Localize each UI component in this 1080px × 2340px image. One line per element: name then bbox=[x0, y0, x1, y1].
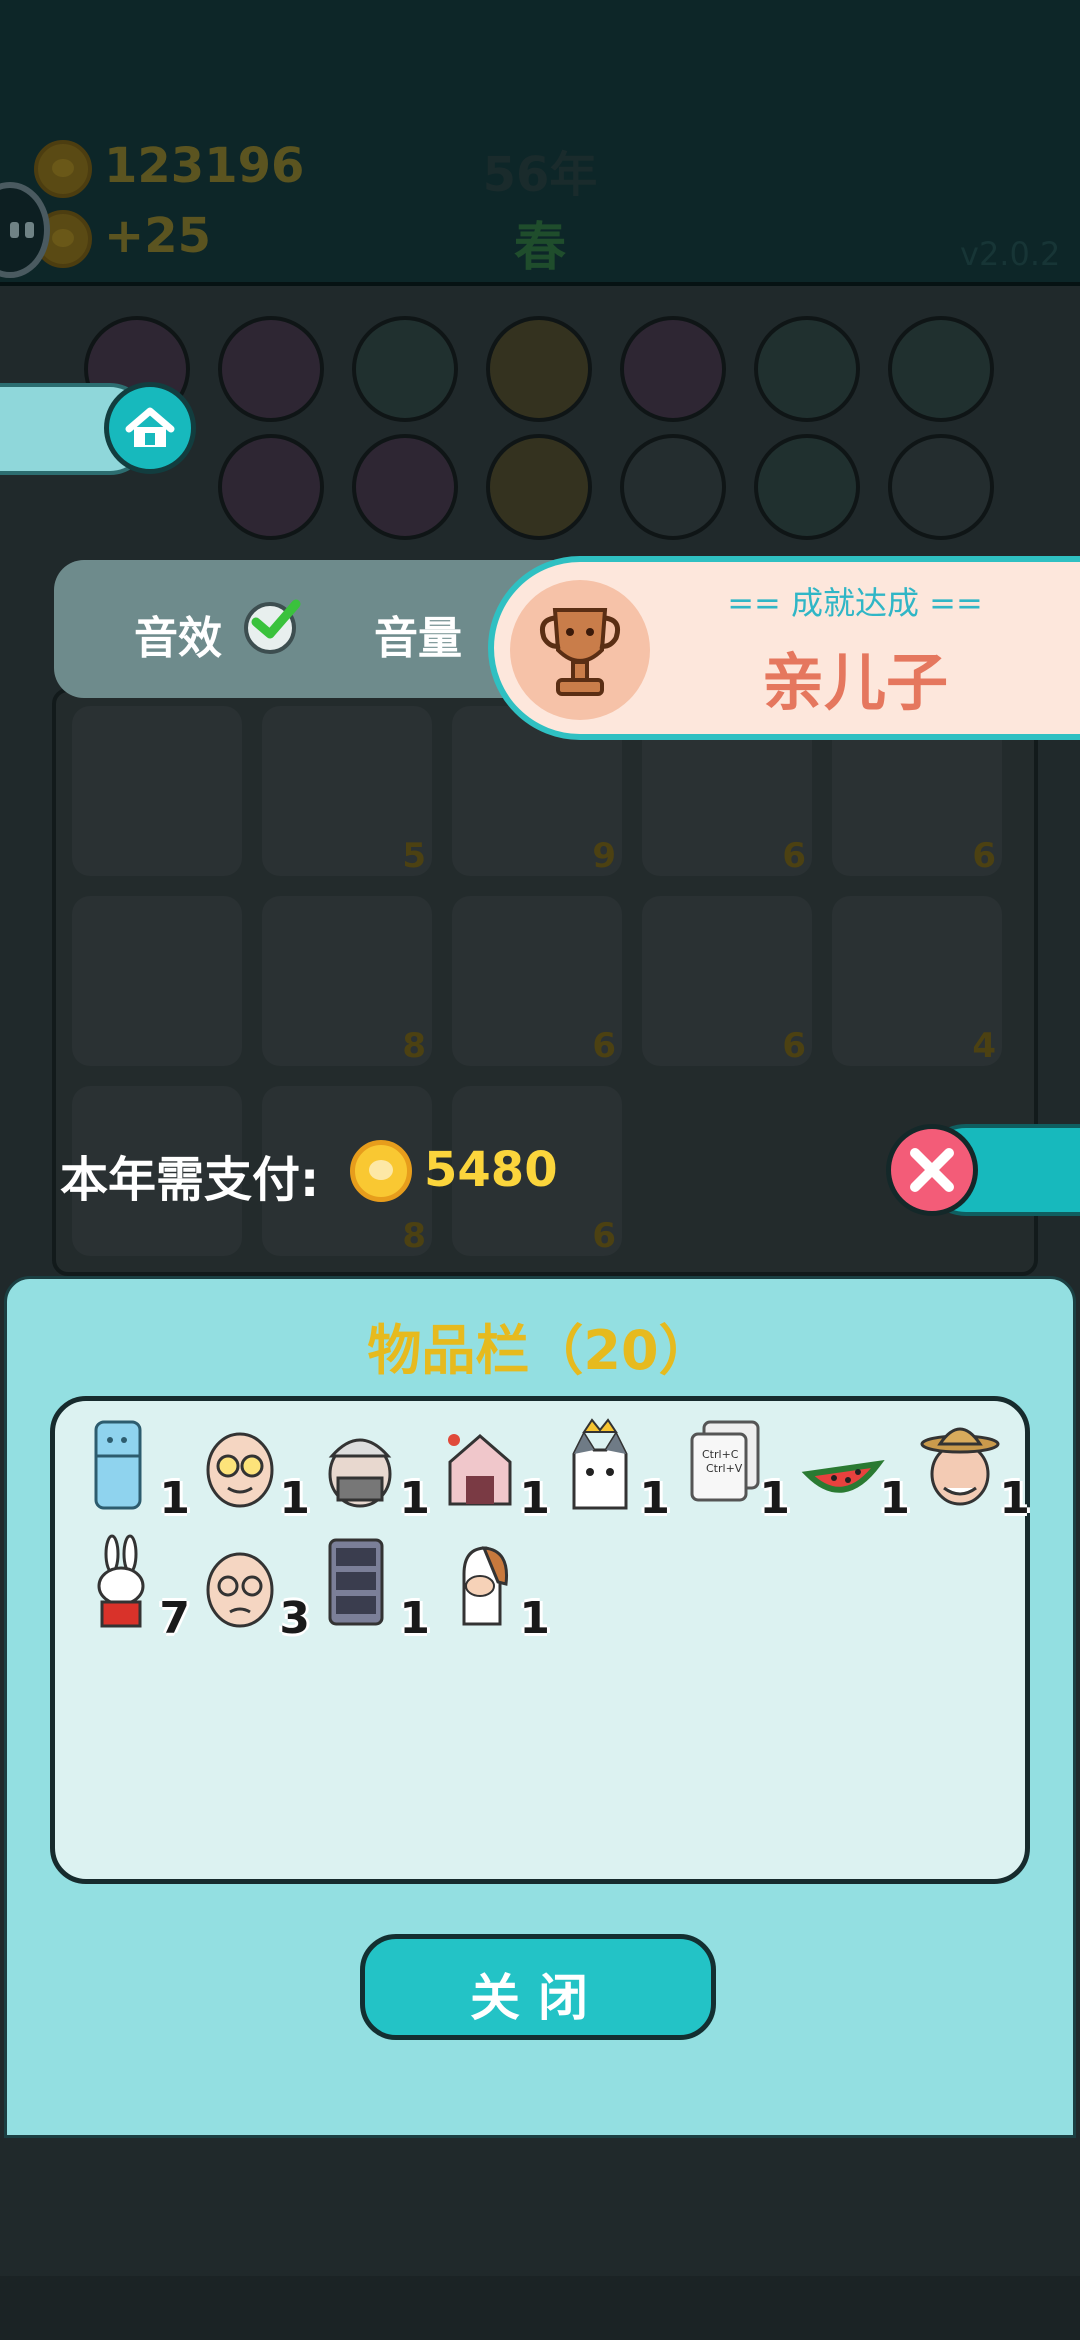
inventory-item-farmer[interactable]: 1 bbox=[920, 1414, 1030, 1524]
grid-cell: 5 bbox=[262, 706, 432, 876]
inventory-item-old-man[interactable]: 1 bbox=[320, 1414, 430, 1524]
inventory-item-server[interactable]: 1 bbox=[320, 1534, 430, 1644]
leaf-slot bbox=[352, 434, 458, 540]
income-value: +25 bbox=[104, 208, 212, 264]
item-count: 1 bbox=[519, 1593, 550, 1644]
achievement-name: 亲儿子 bbox=[761, 646, 948, 719]
inventory-item-horse[interactable]: 1 bbox=[440, 1534, 550, 1644]
item-count: 7 bbox=[159, 1593, 190, 1644]
coin-icon bbox=[350, 1140, 412, 1202]
season-label: 春 bbox=[513, 218, 566, 278]
cell-count: 4 bbox=[972, 1026, 996, 1066]
hammer-slot bbox=[888, 434, 994, 540]
inventory-item-refrigerator[interactable]: 1 bbox=[80, 1414, 190, 1524]
cell-count: 6 bbox=[972, 836, 996, 876]
inventory-item-rabbit-house[interactable]: 1 bbox=[440, 1414, 550, 1524]
cell-count: 5 bbox=[402, 836, 426, 876]
inventory-title: 物品栏（20） bbox=[367, 1319, 713, 1382]
cell-count: 6 bbox=[782, 1026, 806, 1066]
annual-payment-amount: 5480 bbox=[424, 1142, 558, 1198]
inventory-item-rabbit[interactable]: 7 bbox=[80, 1534, 190, 1644]
cell-count: 6 bbox=[592, 1216, 616, 1256]
leaf-slot bbox=[754, 434, 860, 540]
trophy-icon bbox=[539, 608, 621, 696]
inventory-item-husky[interactable]: 1 bbox=[560, 1414, 670, 1524]
grid-cell: 4 bbox=[832, 896, 1002, 1066]
grid-cell: 8 bbox=[262, 896, 432, 1066]
grid-cell bbox=[72, 706, 242, 876]
home-icon bbox=[125, 407, 175, 447]
compass-slot bbox=[754, 316, 860, 422]
inventory-item-grandpa[interactable]: 1 bbox=[200, 1414, 310, 1524]
cell-count: 9 bbox=[592, 836, 616, 876]
calendar-slot bbox=[218, 316, 324, 422]
cell-count: 6 bbox=[592, 1026, 616, 1066]
mahjong-slot bbox=[486, 434, 592, 540]
cell-count: 8 bbox=[402, 1216, 426, 1256]
sound-effects-toggle[interactable] bbox=[244, 599, 301, 654]
chick-slot bbox=[888, 316, 994, 422]
cell-count: 6 bbox=[782, 836, 806, 876]
trophy-badge bbox=[510, 580, 650, 720]
item-count: 1 bbox=[519, 1473, 550, 1524]
coin-total: 123196 bbox=[104, 138, 305, 194]
year-label: 56年 bbox=[482, 147, 598, 203]
item-count: 1 bbox=[759, 1473, 790, 1524]
version-label: v2.0.2 bbox=[960, 235, 1061, 273]
item-count: 1 bbox=[399, 1473, 430, 1524]
item-count: 1 bbox=[159, 1473, 190, 1524]
grid-cell bbox=[72, 896, 242, 1066]
sound-effects-label: 音效 bbox=[134, 613, 222, 664]
annual-payment-label: 本年需支付: bbox=[60, 1152, 320, 1208]
svg-text:Ctrl+V: Ctrl+V bbox=[706, 1462, 743, 1475]
item-count: 1 bbox=[879, 1473, 910, 1524]
fries-slot bbox=[218, 434, 324, 540]
check-icon bbox=[251, 599, 301, 639]
close-x-button[interactable] bbox=[886, 1124, 978, 1216]
cell-count: 8 bbox=[402, 1026, 426, 1066]
grid-cell: 6 bbox=[452, 896, 622, 1066]
close-button-label: 关闭 bbox=[470, 1969, 606, 2027]
inventory-item-ctrl-cv[interactable]: Ctrl+C Ctrl+V 1 bbox=[680, 1414, 790, 1524]
slot bbox=[620, 316, 726, 422]
item-count: 3 bbox=[279, 1593, 310, 1644]
item-count: 1 bbox=[399, 1593, 430, 1644]
ghost-slot bbox=[620, 434, 726, 540]
volume-label: 音量 bbox=[374, 613, 462, 664]
inventory-item-grandpa-glasses[interactable]: 3 bbox=[200, 1534, 310, 1644]
item-count: 1 bbox=[999, 1473, 1030, 1524]
svg-text:Ctrl+C: Ctrl+C bbox=[702, 1448, 739, 1461]
leaf-slot bbox=[486, 316, 592, 422]
coin-icon bbox=[34, 140, 92, 198]
pump-slot bbox=[352, 316, 458, 422]
inventory-item-watermelon[interactable]: 1 bbox=[800, 1414, 910, 1524]
close-icon bbox=[910, 1148, 954, 1192]
grid-cell: 6 bbox=[642, 896, 812, 1066]
item-count: 1 bbox=[639, 1473, 670, 1524]
achievement-header: == 成就达成 == bbox=[727, 584, 983, 622]
item-count: 1 bbox=[279, 1473, 310, 1524]
home-button[interactable] bbox=[104, 382, 196, 474]
